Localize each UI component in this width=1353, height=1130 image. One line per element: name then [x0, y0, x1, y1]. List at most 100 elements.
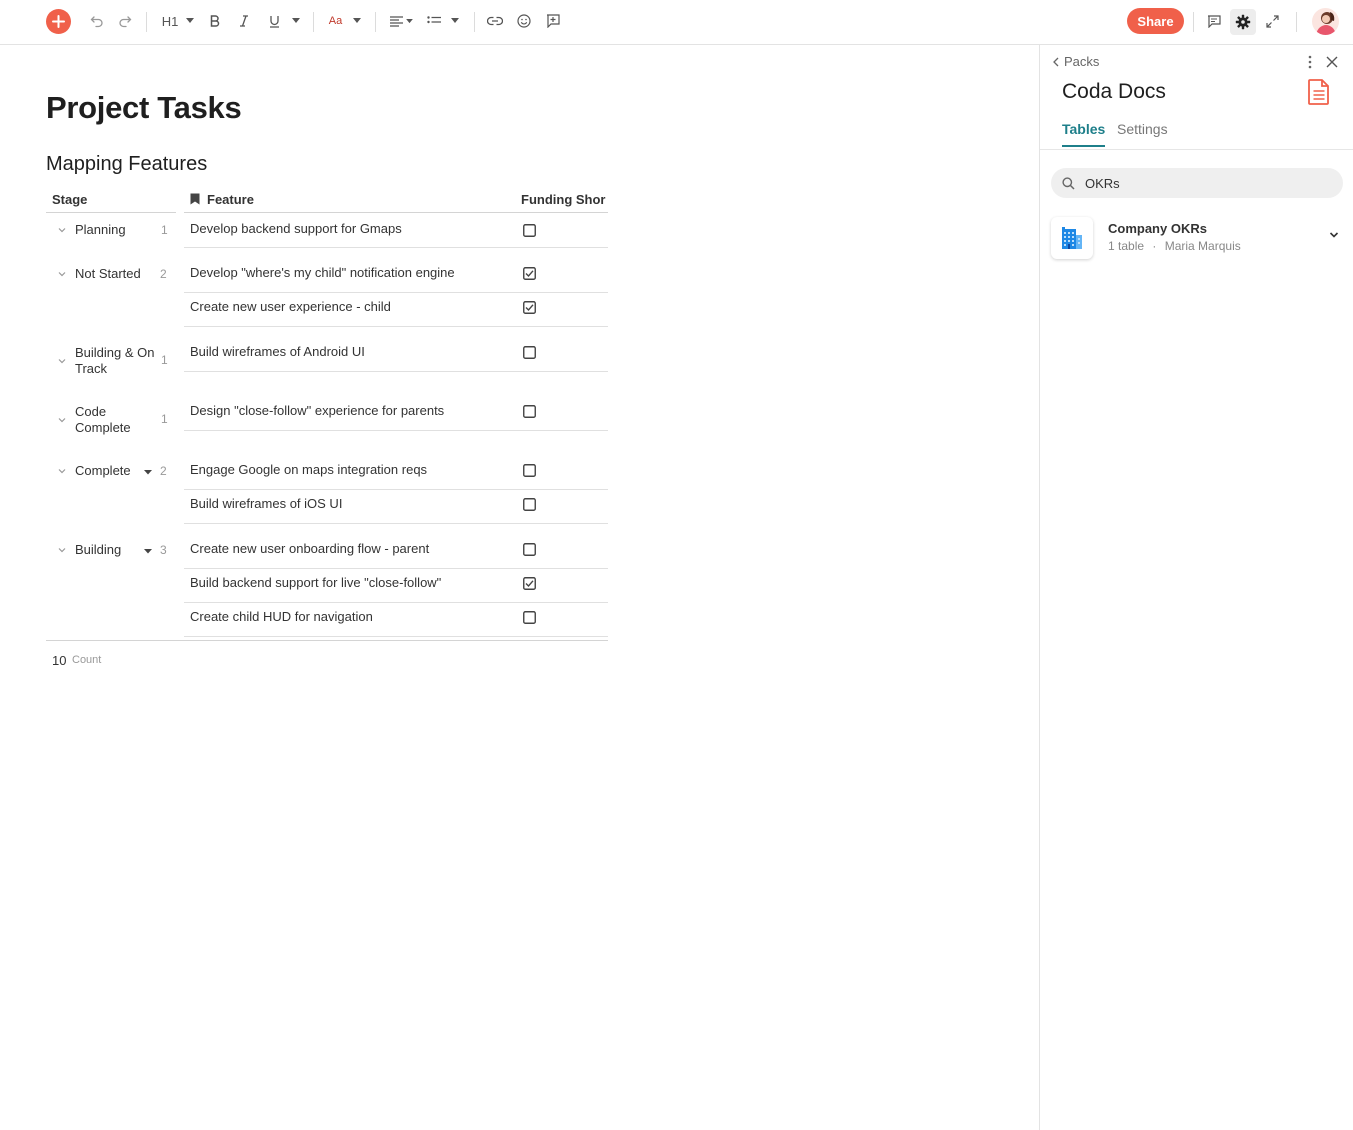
toolbar: H1 Aa Share: [0, 0, 1353, 45]
caret-down-icon: [291, 18, 300, 23]
chevron-down-icon[interactable]: [1329, 231, 1339, 239]
share-button[interactable]: Share: [1127, 8, 1184, 34]
bold-icon: [210, 15, 220, 27]
collapse-chevron-icon[interactable]: [57, 269, 67, 279]
table-row[interactable]: Build wireframes of iOS UI: [184, 490, 608, 524]
column-header-label: Funding Shor: [521, 191, 606, 207]
building-icon: [1062, 227, 1082, 249]
italic-button[interactable]: [235, 8, 253, 34]
settings-button[interactable]: [1230, 9, 1256, 35]
checkbox-checked[interactable]: [523, 267, 536, 280]
pack-item-owner: Maria Marquis: [1164, 239, 1241, 253]
checkbox-unchecked[interactable]: [523, 611, 536, 624]
tab-settings[interactable]: Settings: [1117, 121, 1168, 145]
toolbar-divider: [474, 12, 475, 32]
table-row[interactable]: Create new user onboarding flow - parent: [184, 533, 608, 569]
checkbox-unchecked[interactable]: [523, 498, 536, 511]
comments-button[interactable]: [1204, 8, 1224, 34]
meta-separator: ·: [1152, 239, 1157, 253]
feature-cell: Create child HUD for navigation: [190, 609, 373, 624]
undo-button[interactable]: [88, 8, 106, 34]
table-row[interactable]: Create child HUD for navigation: [184, 603, 608, 637]
collapse-chevron-icon[interactable]: [57, 225, 67, 235]
row-count-label: Count: [72, 654, 102, 666]
column-header-feature[interactable]: Feature: [184, 186, 514, 213]
checkbox-unchecked[interactable]: [523, 543, 536, 556]
gear-icon: [1235, 14, 1251, 30]
group-label-not-started: Not Started: [75, 266, 141, 281]
fullscreen-button[interactable]: [1262, 8, 1282, 34]
table-row[interactable]: Create new user experience - child: [184, 293, 608, 327]
heading-dropdown[interactable]: H1: [158, 8, 198, 34]
collapse-chevron-icon[interactable]: [57, 466, 67, 476]
column-header-stage[interactable]: Stage: [46, 186, 176, 213]
checkbox-checked[interactable]: [523, 577, 536, 590]
checkbox-unchecked[interactable]: [523, 224, 536, 237]
feature-cell: Build backend support for live "close-fo…: [190, 575, 442, 590]
checkbox-checked[interactable]: [523, 301, 536, 314]
link-icon: [487, 16, 503, 26]
caret-down-icon[interactable]: [143, 546, 153, 556]
group-label-building-on-track: Building & On Track: [75, 345, 155, 376]
feature-cell: Develop "where's my child" notification …: [190, 265, 455, 280]
panel-tabs: Tables Settings: [1040, 115, 1353, 150]
search-icon: [1062, 176, 1075, 190]
column-header-funding[interactable]: Funding Shor: [514, 186, 608, 213]
feature-cell: Create new user onboarding flow - parent: [190, 541, 430, 556]
table-row[interactable]: Engage Google on maps integration reqs: [184, 454, 608, 490]
back-to-packs-link[interactable]: Packs: [1052, 54, 1099, 69]
insert-button[interactable]: [544, 8, 562, 34]
redo-icon: [119, 16, 132, 28]
table-row[interactable]: Develop "where's my child" notification …: [184, 257, 608, 293]
table-row[interactable]: Build wireframes of Android UI: [184, 336, 608, 372]
underline-dropdown[interactable]: [264, 8, 304, 34]
table-row[interactable]: Develop backend support for Gmaps: [184, 213, 608, 248]
toolbar-divider: [146, 12, 147, 32]
checkbox-unchecked[interactable]: [523, 405, 536, 418]
collapse-chevron-icon[interactable]: [57, 415, 67, 425]
collapse-chevron-icon[interactable]: [57, 545, 67, 555]
emoji-button[interactable]: [515, 8, 533, 34]
toolbar-divider: [313, 12, 314, 32]
font-style-dropdown[interactable]: Aa: [326, 8, 364, 34]
user-avatar-icon: [1316, 12, 1336, 35]
caret-down-icon[interactable]: [143, 467, 153, 477]
underline-icon: [269, 15, 279, 28]
list-dropdown[interactable]: [424, 8, 462, 34]
toolbar-divider: [1193, 12, 1194, 32]
add-button[interactable]: [46, 9, 71, 34]
close-icon[interactable]: [1326, 56, 1338, 68]
search-box[interactable]: [1051, 168, 1343, 198]
pack-item-meta: 1 table · Maria Marquis: [1108, 239, 1241, 253]
bold-button[interactable]: [206, 8, 224, 34]
group-label-planning: Planning: [75, 222, 126, 237]
undo-icon: [90, 16, 103, 28]
pack-item-name: Company OKRs: [1108, 221, 1207, 236]
table-row[interactable]: Design "close-follow" experience for par…: [184, 395, 608, 431]
avatar[interactable]: [1312, 8, 1339, 35]
pack-item-icon: [1051, 217, 1093, 259]
feature-cell: Build wireframes of Android UI: [190, 344, 365, 359]
checkbox-unchecked[interactable]: [523, 464, 536, 477]
link-button[interactable]: [486, 8, 504, 34]
search-input[interactable]: [1085, 175, 1315, 191]
column-header-label: Stage: [52, 191, 88, 207]
feature-cell: Build wireframes of iOS UI: [190, 496, 343, 511]
group-count: 1: [161, 412, 168, 426]
more-options-icon[interactable]: [1306, 55, 1314, 69]
row-count-value: 10: [52, 653, 67, 668]
collapse-chevron-icon[interactable]: [57, 356, 67, 366]
align-left-icon: [389, 15, 403, 27]
document-icon: [1308, 79, 1329, 105]
caret-down-icon: [405, 18, 413, 23]
align-dropdown[interactable]: [387, 8, 415, 34]
table-row[interactable]: Build backend support for live "close-fo…: [184, 569, 608, 603]
emoji-icon: [517, 14, 531, 28]
page-title: Project Tasks: [46, 90, 242, 125]
list-item-company-okrs[interactable]: Company OKRs 1 table · Maria Marquis: [1051, 217, 1351, 261]
tab-tables[interactable]: Tables: [1062, 121, 1106, 147]
redo-button[interactable]: [116, 8, 134, 34]
packs-panel: Packs Coda Docs Tables Settings Company …: [1039, 45, 1353, 1130]
checkbox-unchecked[interactable]: [523, 346, 536, 359]
group-count: 1: [161, 353, 168, 367]
